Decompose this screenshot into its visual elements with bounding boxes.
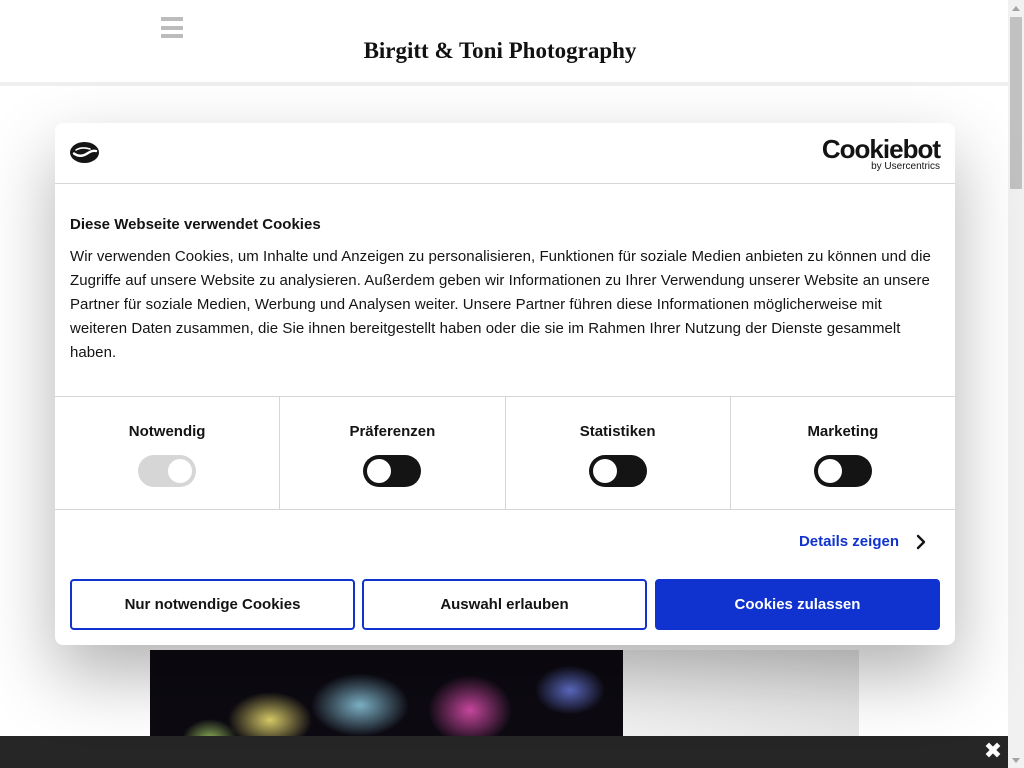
toggle-marketing[interactable] [813,455,872,487]
site-title[interactable]: Birgitt & Toni Photography [0,38,1000,64]
category-notwendig: Notwendig [55,397,281,509]
cookiebot-logo-icon [70,142,99,163]
bottom-bar: ✖ [0,736,1008,768]
toggle-notwendig [138,455,197,487]
cookiebot-brand[interactable]: Cookiebot by Usercentrics [821,134,941,172]
scroll-up-arrow-icon[interactable] [1008,0,1024,16]
toggle-praeferenzen[interactable] [363,455,422,487]
category-label: Statistiken [579,423,656,440]
details-link[interactable]: Details zeigen [799,533,929,550]
allow-all-cookies-button[interactable]: Cookies zulassen [655,579,940,630]
close-icon[interactable]: ✖ [982,741,1004,763]
brand-name: Cookiebot [821,134,941,164]
dialog-description: Wir verwenden Cookies, um Inhalte und An… [70,248,931,361]
allow-selection-button[interactable]: Auswahl erlauben [362,579,647,630]
category-marketing: Marketing [731,397,955,509]
dialog-title: Diese Webseite verwendet Cookies [70,216,321,233]
category-praeferenzen: Präferenzen [280,397,506,509]
details-label: Details zeigen [798,533,899,550]
cookie-consent-dialog: Cookiebot by Usercentrics Diese Webseite… [55,123,955,645]
dialog-header: Cookiebot by Usercentrics [55,123,955,184]
vertical-scrollbar[interactable] [1008,0,1024,768]
scroll-down-arrow-icon[interactable] [1008,752,1024,768]
category-label: Marketing [807,423,879,440]
category-label: Notwendig [128,423,206,440]
scrollbar-thumb[interactable] [1010,17,1022,189]
category-label: Präferenzen [349,423,436,440]
necessary-cookies-button[interactable]: Nur notwendige Cookies [70,579,355,630]
hamburger-menu-icon[interactable] [161,17,183,38]
chevron-right-icon [913,534,929,550]
site-header: Birgitt & Toni Photography [0,0,1008,86]
cookie-categories: Notwendig Präferenzen Statistiken Market… [55,396,955,510]
category-statistiken: Statistiken [506,397,731,509]
toggle-statistiken[interactable] [588,455,647,487]
